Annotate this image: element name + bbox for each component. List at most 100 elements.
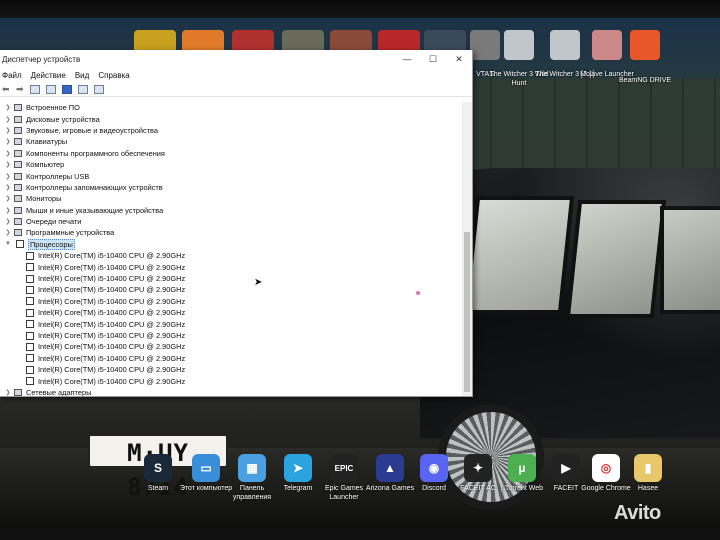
close-button[interactable]: ✕	[446, 54, 472, 65]
tree-category[interactable]: ❯ Клавиатуры	[0, 136, 462, 147]
vertical-scrollbar[interactable]	[462, 102, 472, 396]
app-icon[interactable]: EPIC	[330, 454, 358, 482]
forward-arrow-icon[interactable]: ➡	[16, 84, 24, 94]
desktop-shortcut-icon[interactable]	[630, 30, 660, 60]
app-icon[interactable]: ▲	[376, 454, 404, 482]
processor-icon	[26, 251, 34, 260]
chevron-right-icon[interactable]: ❯	[4, 195, 12, 202]
processor-item[interactable]: Intel(R) Core(TM) i5-10400 CPU @ 2.90GHz	[0, 307, 462, 318]
chevron-right-icon[interactable]: ❯	[4, 184, 12, 191]
processor-label: Intel(R) Core(TM) i5-10400 CPU @ 2.90GHz	[38, 365, 186, 375]
desktop-shortcut-label: BeamNG DRIVE	[618, 77, 672, 84]
desktop-shortcut-icon[interactable]	[470, 30, 500, 60]
desktop-shortcut-icon[interactable]	[504, 30, 534, 60]
device-category-icon	[14, 183, 22, 191]
processor-icon	[26, 274, 34, 283]
app-icon[interactable]: ◉	[420, 454, 448, 482]
tree-category[interactable]: ❯ Программные устройства	[0, 227, 462, 238]
scrollbar-thumb[interactable]	[464, 232, 470, 392]
tree-category[interactable]: ❯ Звуковые, игровые и видеоустройства	[0, 125, 462, 136]
processor-icon	[16, 240, 24, 249]
tree-category[interactable]: ❯ Компьютер	[0, 159, 462, 170]
tree-category[interactable]: ❯ Компоненты программного обеспечения	[0, 148, 462, 159]
chevron-right-icon[interactable]: ❯	[4, 138, 12, 145]
category-label: Очереди печати	[26, 217, 82, 227]
help-icon[interactable]	[62, 84, 72, 94]
category-label: Мыши и иные указывающие устройства	[26, 205, 164, 215]
processor-item[interactable]: Intel(R) Core(TM) i5-10400 CPU @ 2.90GHz	[0, 330, 462, 341]
app-icon[interactable]: ▭	[192, 454, 220, 482]
chevron-right-icon[interactable]: ❯	[4, 389, 12, 396]
tree-category-processors[interactable]: ▼ Процессоры	[0, 238, 462, 250]
app-icon[interactable]: ▦	[238, 454, 266, 482]
app-icon[interactable]: µ	[508, 454, 536, 482]
menu-help[interactable]: Справка	[98, 71, 129, 80]
chevron-right-icon[interactable]: ❯	[4, 150, 12, 157]
window-title: Диспетчер устройств	[2, 54, 81, 64]
chevron-right-icon[interactable]: ❯	[4, 207, 12, 214]
tree-category[interactable]: ❯ Встроенное ПО	[0, 102, 462, 113]
processor-label: Intel(R) Core(TM) i5-10400 CPU @ 2.90GHz	[38, 331, 186, 340]
car-window	[463, 196, 575, 314]
menu-view[interactable]: Вид	[75, 71, 89, 80]
minimize-button[interactable]: —	[394, 54, 420, 64]
processor-item[interactable]: Intel(R) Core(TM) i5-10400 CPU @ 2.90GHz	[0, 353, 462, 364]
tree-category[interactable]: ❯ Дисковые устройства	[0, 113, 462, 124]
app-icon[interactable]: ➤	[284, 454, 312, 482]
processor-icon	[26, 342, 34, 351]
processor-icon	[26, 331, 34, 340]
chevron-right-icon[interactable]: ❯	[4, 127, 12, 134]
tree-category[interactable]: ❯ Контроллеры USB	[0, 170, 462, 181]
desktop-shortcut-icon[interactable]	[550, 30, 580, 60]
desktop-shortcut-icon[interactable]	[592, 30, 622, 60]
processor-item[interactable]: Intel(R) Core(TM) i5-10400 CPU @ 2.90GHz	[0, 364, 462, 375]
processor-item[interactable]: Intel(R) Core(TM) i5-10400 CPU @ 2.90GHz	[0, 341, 462, 352]
device-category-icon	[14, 218, 22, 226]
device-manager-window: Диспетчер устройств — ☐ ✕ Файл Действие …	[0, 50, 473, 397]
category-label: Дисковые устройства	[26, 114, 100, 124]
tree-category[interactable]: ❯ Мыши и иные указывающие устройства	[0, 205, 462, 216]
chevron-right-icon[interactable]: ❯	[4, 218, 12, 225]
tree-category[interactable]: ❯ Сетевые адаптеры	[0, 387, 462, 396]
properties-icon[interactable]	[30, 84, 40, 94]
menu-action[interactable]: Действие	[31, 71, 66, 80]
processor-label: Intel(R) Core(TM) i5-10400 CPU @ 2.90GHz	[38, 251, 186, 261]
processor-item[interactable]: Intel(R) Core(TM) i5-10400 CPU @ 2.90GHz	[0, 375, 462, 386]
processor-icon	[26, 308, 34, 317]
tree-category[interactable]: ❯ Контроллеры запоминающих устройств	[0, 182, 462, 193]
maximize-button[interactable]: ☐	[420, 54, 446, 65]
processor-item[interactable]: Intel(R) Core(TM) i5-10400 CPU @ 2.90GHz	[0, 296, 462, 307]
desktop-shortcut[interactable]: ▮ Hasee	[618, 454, 678, 493]
processor-item[interactable]: Intel(R) Core(TM) i5-10400 CPU @ 2.90GHz	[0, 273, 462, 284]
processor-item[interactable]: Intel(R) Core(TM) i5-10400 CPU @ 2.90GHz	[0, 318, 462, 329]
app-icon[interactable]: S	[144, 454, 172, 482]
menu-file[interactable]: Файл	[2, 71, 22, 80]
device-list-icon[interactable]	[46, 84, 56, 94]
processor-label: Intel(R) Core(TM) i5-10400 CPU @ 2.90GHz	[38, 262, 186, 272]
processor-icon	[26, 263, 34, 272]
chevron-right-icon[interactable]: ❯	[4, 161, 12, 168]
back-arrow-icon[interactable]: ⬅	[2, 84, 10, 94]
processor-icon	[26, 377, 34, 386]
menu-bar: Файл Действие Вид Справка	[0, 68, 472, 82]
app-icon[interactable]: ▮	[634, 454, 662, 482]
monitor-icon[interactable]	[94, 84, 104, 94]
tree-category[interactable]: ❯ Мониторы	[0, 193, 462, 204]
app-icon[interactable]: ◎	[592, 454, 620, 482]
processor-item[interactable]: Intel(R) Core(TM) i5-10400 CPU @ 2.90GHz	[0, 261, 462, 272]
processor-item[interactable]: Intel(R) Core(TM) i5-10400 CPU @ 2.90GHz	[0, 250, 462, 261]
chevron-right-icon[interactable]: ❯	[4, 104, 12, 111]
processor-label: Intel(R) Core(TM) i5-10400 CPU @ 2.90GHz	[38, 376, 186, 386]
chevron-right-icon[interactable]: ❯	[4, 173, 12, 180]
tree-category[interactable]: ❯ Очереди печати	[0, 216, 462, 227]
chevron-down-icon[interactable]: ▼	[4, 241, 12, 247]
app-icon[interactable]: ✦	[464, 454, 492, 482]
title-bar: Диспетчер устройств — ☐ ✕	[0, 50, 472, 68]
processor-item[interactable]: Intel(R) Core(TM) i5-10400 CPU @ 2.90GHz	[0, 284, 462, 295]
device-category-icon	[14, 104, 22, 112]
chevron-right-icon[interactable]: ❯	[4, 116, 12, 123]
app-label: Hasee	[637, 485, 659, 492]
device-category-icon	[14, 172, 22, 180]
scan-hardware-icon[interactable]	[78, 84, 88, 94]
chevron-right-icon[interactable]: ❯	[4, 229, 12, 236]
